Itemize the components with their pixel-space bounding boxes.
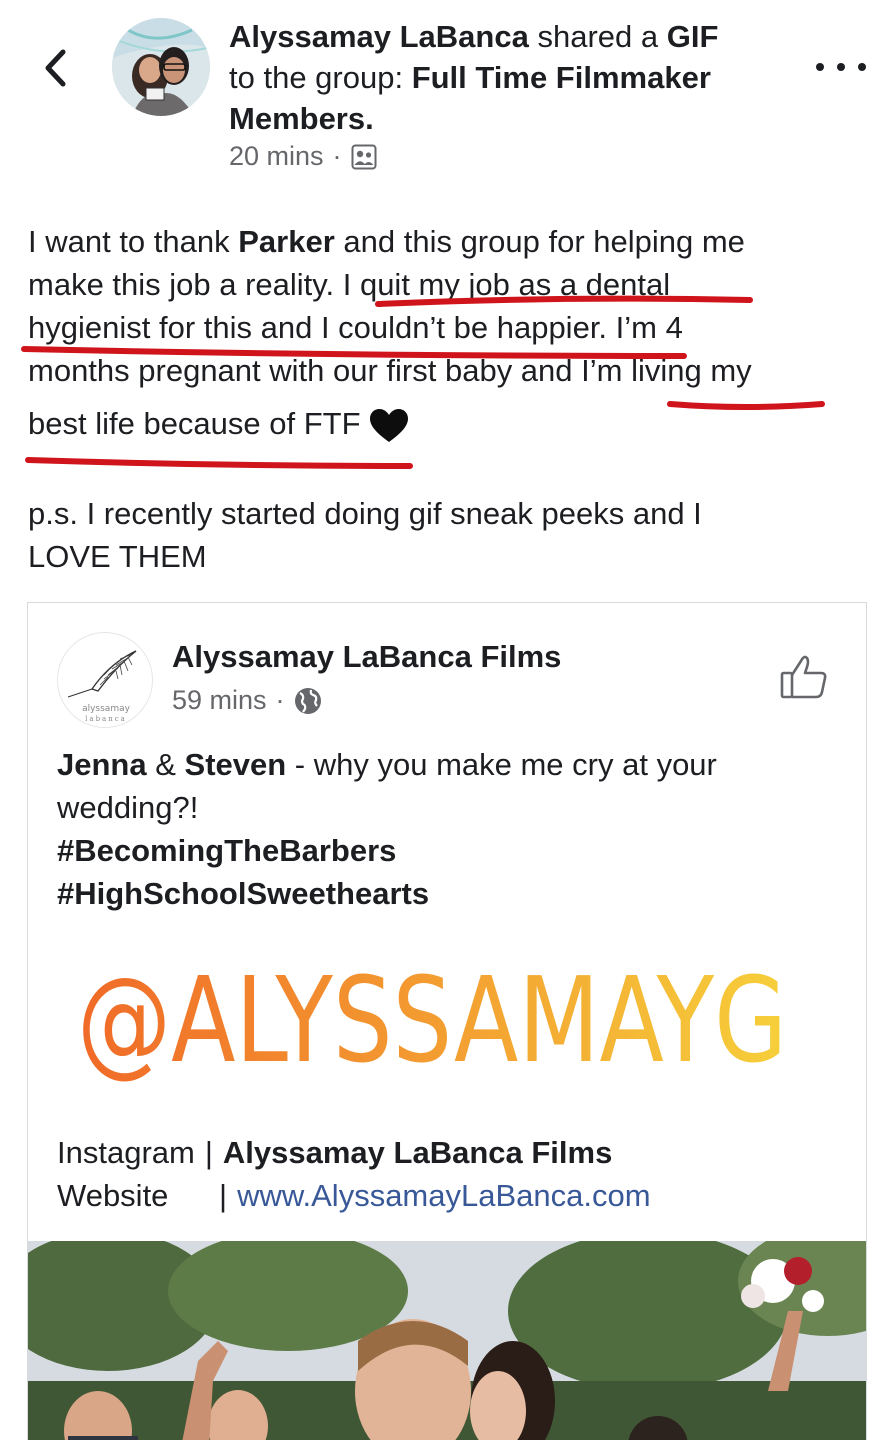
globe-icon xyxy=(294,687,321,714)
hashtag-highschoolsweethearts[interactable]: #HighSchoolSweethearts xyxy=(57,872,717,915)
post-line: I want to thank Parker and this group fo… xyxy=(28,224,745,260)
wedding-photo[interactable] xyxy=(28,1241,866,1440)
shared-post-line: wedding?! xyxy=(57,790,199,825)
brand-handle-text: @ALYSSAMAYG xyxy=(77,953,787,1083)
shared-text-run: - why you make me cry at your xyxy=(286,747,717,782)
more-options-button[interactable] xyxy=(812,52,870,82)
post-line: make this job a reality. I quit my job a… xyxy=(28,267,671,302)
website-label: Website xyxy=(57,1178,169,1213)
post-text-run: I want to thank xyxy=(28,224,239,259)
hashtag-becomingthebarbers[interactable]: #BecomingTheBarbers xyxy=(57,829,717,872)
group-icon xyxy=(351,144,377,169)
more-dot xyxy=(858,63,866,71)
website-link[interactable]: www.AlyssamayLaBanca.com xyxy=(237,1174,651,1217)
hashtag-text: #BecomingTheBarbers xyxy=(57,833,397,868)
post-line: hygienist for this and I couldn’t be hap… xyxy=(28,310,683,345)
shared-post-card[interactable]: alyssamay labanca Alyssamay LaBanca Film… xyxy=(27,602,867,1440)
post-line: LOVE THEM xyxy=(28,539,207,574)
meta-dot: · xyxy=(332,141,342,171)
post-line: p.s. I recently started doing gif sneak … xyxy=(28,496,702,531)
post-line: months pregnant with our first baby and … xyxy=(28,353,752,388)
logo-text-2: labanca xyxy=(85,715,127,723)
mention-jenna[interactable]: Jenna xyxy=(57,747,147,782)
instagram-link-row: Instagram | Alyssamay LaBanca Films xyxy=(57,1131,651,1174)
thumbs-up-icon xyxy=(780,655,827,699)
author-name-link[interactable]: Alyssamay LaBanca xyxy=(229,19,529,54)
shared-post-message: Jenna & Steven - why you make me cry at … xyxy=(57,743,717,915)
post-timestamp[interactable]: 20 mins xyxy=(229,141,324,172)
instagram-handle-graphic[interactable]: @ALYSSAMAYG xyxy=(77,953,797,1083)
separator: | xyxy=(219,1178,228,1213)
author-avatar[interactable] xyxy=(112,18,210,116)
post-text-run: and this group for helping me xyxy=(334,224,745,259)
logo-text-1: alyssamay xyxy=(82,704,131,714)
shared-post-timestamp[interactable]: 59 mins xyxy=(172,685,267,716)
shared-text-run: & xyxy=(146,747,185,782)
shared-post-meta: 59 mins · xyxy=(172,685,322,716)
page-name-link[interactable]: Alyssamay LaBanca Films xyxy=(172,639,561,675)
black-heart-icon xyxy=(369,408,408,442)
to-group-label: to the group: xyxy=(229,60,412,95)
separator: | xyxy=(204,1135,213,1170)
instagram-label: Instagram xyxy=(57,1135,195,1170)
more-dots-icon xyxy=(816,63,824,71)
page-avatar[interactable]: alyssamay labanca xyxy=(57,632,153,728)
meta-dot: · xyxy=(275,685,285,715)
hashtag-text: #HighSchoolSweethearts xyxy=(57,876,430,911)
post-meta: 20 mins · xyxy=(229,141,377,172)
more-dot xyxy=(837,63,845,71)
shared-post-line: Jenna & Steven - why you make me cry at … xyxy=(57,743,717,786)
back-button[interactable] xyxy=(30,38,80,98)
website-link-row: Website | www.AlyssamayLaBanca.com xyxy=(57,1174,651,1217)
instagram-page-link[interactable]: Alyssamay LaBanca Films xyxy=(223,1131,612,1174)
shared-links: Instagram | Alyssamay LaBanca Films Websit… xyxy=(57,1131,651,1217)
chevron-left-icon xyxy=(45,49,66,87)
post-header-text: Alyssamay LaBanca shared a GIF to the gr… xyxy=(229,16,789,139)
mention-parker[interactable]: Parker xyxy=(238,224,335,259)
like-page-button[interactable] xyxy=(779,651,829,701)
post-line: best life because of FTF xyxy=(28,406,409,444)
shared-type[interactable]: GIF xyxy=(667,19,719,54)
shared-label: shared a xyxy=(528,19,667,54)
mention-steven[interactable]: Steven xyxy=(185,747,287,782)
post-text-run: best life because of FTF xyxy=(28,406,361,441)
